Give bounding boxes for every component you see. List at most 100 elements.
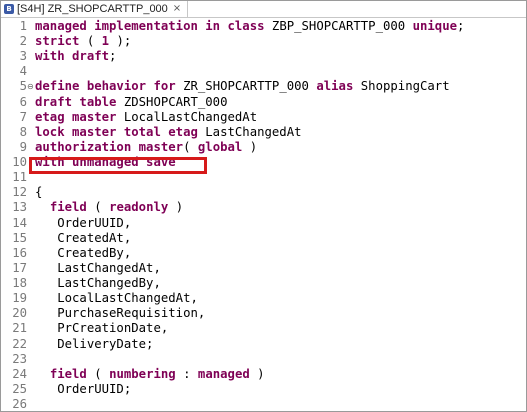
code-line-20[interactable]: 20 PurchaseRequisition, — [1, 306, 526, 321]
code-line-16[interactable]: 16 CreatedBy, — [1, 246, 526, 261]
line-number: 18 — [12, 276, 27, 291]
code-line-5[interactable]: 5 ⊖ define behavior for ZR_SHOPCARTTP_000 … — [1, 79, 526, 94]
identifier-token — [35, 200, 50, 214]
code-line-9[interactable]: 9 authorization master( global ) — [1, 140, 526, 155]
keyword-token: readonly — [109, 200, 169, 215]
code-line-25[interactable]: 25 OrderUUID; — [1, 382, 526, 397]
keyword-token: strict — [35, 34, 80, 49]
identifier-token: ZBP_SHOPCARTTP_000 — [264, 19, 413, 33]
keyword-token: numbering — [109, 366, 176, 381]
identifier-token: ZR_SHOPCARTTP_000 — [175, 79, 317, 94]
code-line-24[interactable]: 24 field ( numbering : managed ) — [1, 367, 526, 382]
code-line-8[interactable]: 8 lock master total etag LastChangedAt — [1, 125, 526, 140]
code-line-21[interactable]: 21 PrCreationDate, — [1, 321, 526, 336]
identifier-token: ) — [242, 139, 258, 154]
line-number: 10 — [12, 155, 27, 170]
line-number: 7 — [19, 109, 27, 124]
identifier-token: OrderUUID; — [35, 381, 132, 396]
code-editor[interactable]: 1 managed implementation in class ZBP_SHO… — [1, 19, 526, 411]
code-line-1[interactable]: 1 managed implementation in class ZBP_SHO… — [1, 19, 526, 34]
code-text: LocalLastChangedAt, — [35, 291, 198, 306]
code-line-7[interactable]: 7 etag master LocalLastChangedAt — [1, 110, 526, 125]
keyword-token: field — [49, 366, 87, 381]
code-line-18[interactable]: 18 LastChangedBy, — [1, 276, 526, 291]
code-text: etag master LocalLastChangedAt — [35, 110, 257, 125]
identifier-token: LocalLastChangedAt, — [35, 291, 198, 306]
code-line-26[interactable]: 26 — [1, 397, 526, 411]
editor-tab[interactable]: B [S4H] ZR_SHOPCARTTP_000 × — [1, 1, 189, 18]
code-line-23[interactable]: 23 — [1, 352, 526, 367]
identifier-token: ( — [183, 139, 198, 154]
tab-divider — [1, 17, 526, 18]
keyword-token: global — [197, 139, 243, 154]
identifier-token: OrderUUID, — [35, 215, 132, 230]
line-number: 25 — [12, 381, 27, 396]
identifier-token: ShoppingCart — [353, 79, 450, 94]
code-line-12[interactable]: 12 { — [1, 185, 526, 200]
code-text: lock master total etag LastChangedAt — [35, 125, 302, 140]
line-number: 15 — [12, 230, 27, 245]
keyword-token: lock master total etag — [35, 124, 198, 139]
code-text: CreatedAt, — [35, 231, 131, 246]
code-line-2[interactable]: 2 strict ( 1 ); — [1, 34, 526, 49]
code-text: strict ( 1 ); — [35, 34, 131, 49]
fold-toggle-icon[interactable]: ⊖ — [27, 79, 34, 94]
identifier-token: ZDSHOPCART_000 — [116, 94, 228, 109]
keyword-token: field — [49, 200, 87, 215]
code-line-15[interactable]: 15 CreatedAt, — [1, 231, 526, 246]
line-number: 1 — [19, 19, 27, 33]
code-line-13[interactable]: 13 field ( readonly ) — [1, 200, 526, 215]
identifier-token — [35, 367, 50, 381]
tab-title: [S4H] ZR_SHOPCARTTP_000 — [17, 3, 168, 15]
code-line-3[interactable]: 3 with draft; — [1, 49, 526, 64]
line-number: 14 — [12, 215, 27, 230]
line-number: 20 — [12, 306, 27, 321]
identifier-token: LastChangedBy, — [35, 276, 161, 291]
code-text: LastChangedAt, — [35, 261, 161, 276]
identifier-token: ( — [79, 34, 102, 49]
code-text: with draft; — [35, 49, 116, 64]
code-line-6[interactable]: 6 draft table ZDSHOPCART_000 — [1, 95, 526, 110]
code-text: DeliveryDate; — [35, 337, 153, 352]
code-text: CreatedBy, — [35, 246, 131, 261]
code-text: LastChangedBy, — [35, 276, 161, 291]
keyword-token: define behavior for — [35, 79, 176, 94]
line-number: 2 — [19, 34, 27, 49]
code-line-4[interactable]: 4 — [1, 64, 526, 79]
keyword-token: managed — [197, 366, 250, 381]
identifier-token: CreatedBy, — [35, 245, 132, 260]
identifier-token: LastChangedAt — [197, 124, 302, 139]
line-number: 11 — [12, 170, 27, 185]
identifier-token: ( — [86, 366, 110, 381]
line-number: 16 — [12, 245, 27, 260]
keyword-token: unique — [412, 19, 458, 33]
line-number: 23 — [12, 351, 27, 366]
code-text: authorization master( global ) — [35, 140, 257, 155]
code-text: define behavior for ZR_SHOPCARTTP_000 al… — [35, 79, 450, 94]
code-text: PurchaseRequisition, — [35, 306, 205, 321]
code-text: { — [35, 185, 42, 200]
line-number: 26 — [12, 397, 27, 411]
code-line-19[interactable]: 19 LocalLastChangedAt, — [1, 291, 526, 306]
code-text: field ( numbering : managed ) — [35, 367, 265, 382]
keyword-token: etag master — [35, 109, 117, 124]
identifier-token: DeliveryDate; — [35, 336, 154, 351]
close-icon[interactable]: × — [173, 4, 181, 14]
keyword-token: alias — [316, 79, 354, 94]
identifier-token: PurchaseRequisition, — [35, 306, 206, 321]
abap-behavior-icon: B — [4, 4, 14, 14]
keyword-token: 1 — [101, 34, 110, 49]
line-number: 17 — [12, 260, 27, 275]
keyword-token: authorization master — [35, 139, 184, 154]
identifier-token: { — [35, 185, 43, 200]
line-number: 5 — [19, 79, 27, 94]
identifier-token: PrCreationDate, — [35, 321, 169, 336]
highlight-box — [29, 157, 207, 174]
code-line-22[interactable]: 22 DeliveryDate; — [1, 337, 526, 352]
line-number: 12 — [12, 185, 27, 200]
code-line-14[interactable]: 14 OrderUUID, — [1, 216, 526, 231]
code-line-17[interactable]: 17 LastChangedAt, — [1, 261, 526, 276]
line-number: 8 — [19, 124, 27, 139]
code-text: OrderUUID, — [35, 216, 131, 231]
line-number: 13 — [12, 200, 27, 215]
